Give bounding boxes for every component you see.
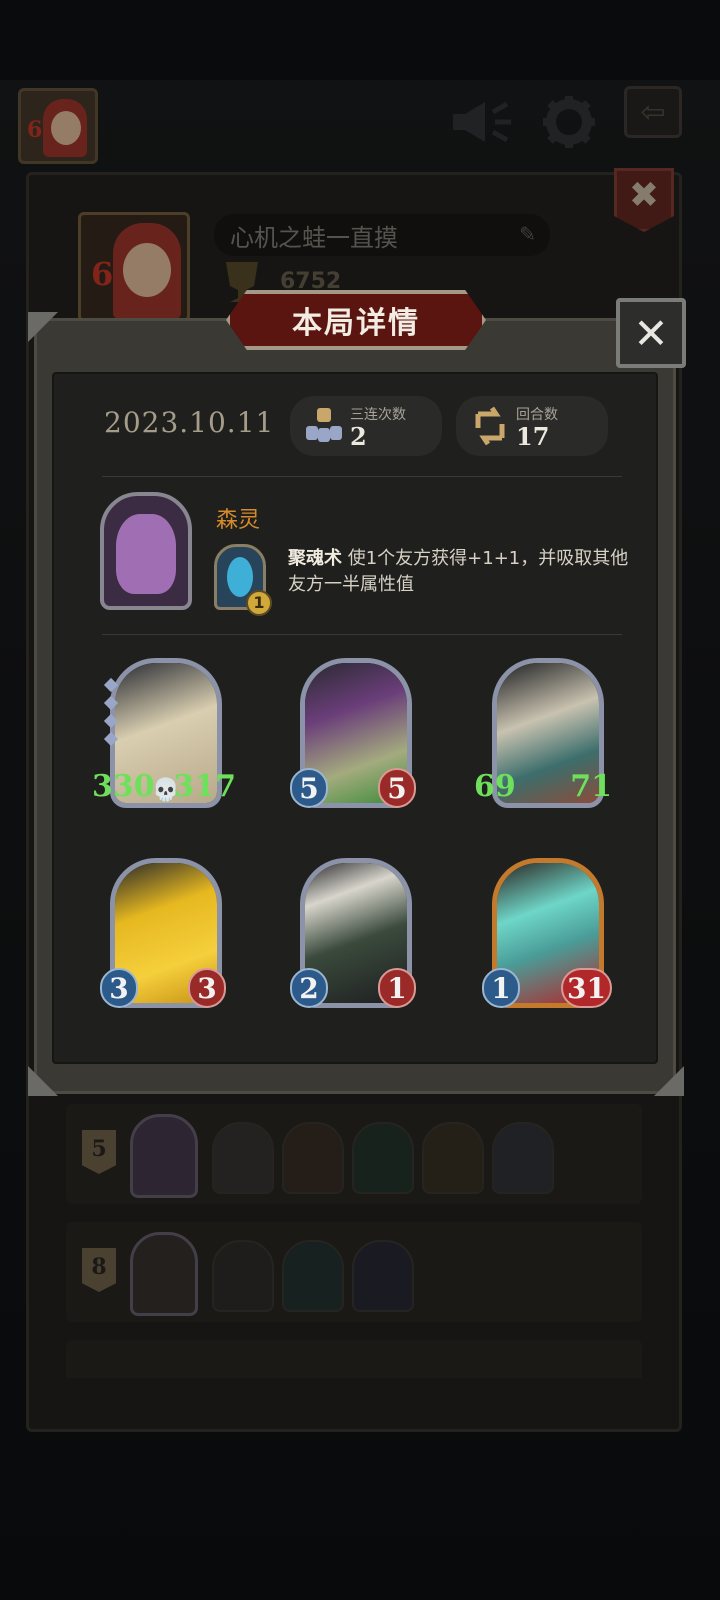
minion-health: 31 [561, 968, 612, 1008]
dialog-title: 本局详情 [292, 306, 420, 341]
close-icon: ✕ [633, 308, 669, 358]
minion-card[interactable]: 3 3 [100, 858, 226, 1012]
triple-count-label: 三连次数 [350, 407, 406, 423]
hero-power-description: 聚魂术 使1个友方获得+1+1，并吸取其他友方一半属性值 [288, 546, 636, 598]
top-bar-background [0, 0, 720, 80]
minion-health: 317 [173, 769, 236, 804]
turn-count-label: 回合数 [516, 407, 558, 423]
hero-power-cost: 1 [246, 590, 272, 616]
minion-health: 3 [188, 968, 226, 1008]
turn-count-stat: 回合数 17 [456, 396, 608, 456]
minion-card[interactable]: 330 💀 317 [92, 658, 236, 812]
minion-attack: 69 [474, 769, 516, 804]
match-date: 2023.10.11 [104, 406, 275, 439]
minion-card[interactable]: 69 71 [474, 658, 612, 812]
hero-art [116, 514, 176, 594]
divider [102, 634, 622, 635]
minion-health: 71 [570, 769, 612, 804]
hero-portrait[interactable] [100, 492, 192, 610]
minion-health: 1 [378, 968, 416, 1008]
turns-icon [468, 404, 512, 448]
minion-card[interactable]: 1 31 [482, 858, 612, 1012]
minion-attack: 2 [290, 968, 328, 1008]
minion-attack: 3 [100, 968, 138, 1008]
minion-health: 5 [378, 768, 416, 808]
minion-attack: 1 [482, 968, 520, 1008]
triple-count-stat: 三连次数 2 [290, 396, 442, 456]
triple-count-value: 2 [350, 422, 367, 451]
divider [102, 476, 622, 477]
turn-count-value: 17 [516, 422, 550, 451]
triple-icon [302, 404, 346, 448]
golden-gem-markers [103, 676, 119, 752]
minion-attack: 5 [290, 768, 328, 808]
hero-name: 森灵 [216, 508, 261, 533]
minion-attack: 330 [92, 769, 155, 804]
hero-power-name: 聚魂术 [288, 548, 342, 569]
minion-card[interactable]: 5 5 [290, 658, 416, 812]
close-button[interactable]: ✕ [616, 298, 686, 368]
minion-card[interactable]: 2 1 [290, 858, 416, 1012]
